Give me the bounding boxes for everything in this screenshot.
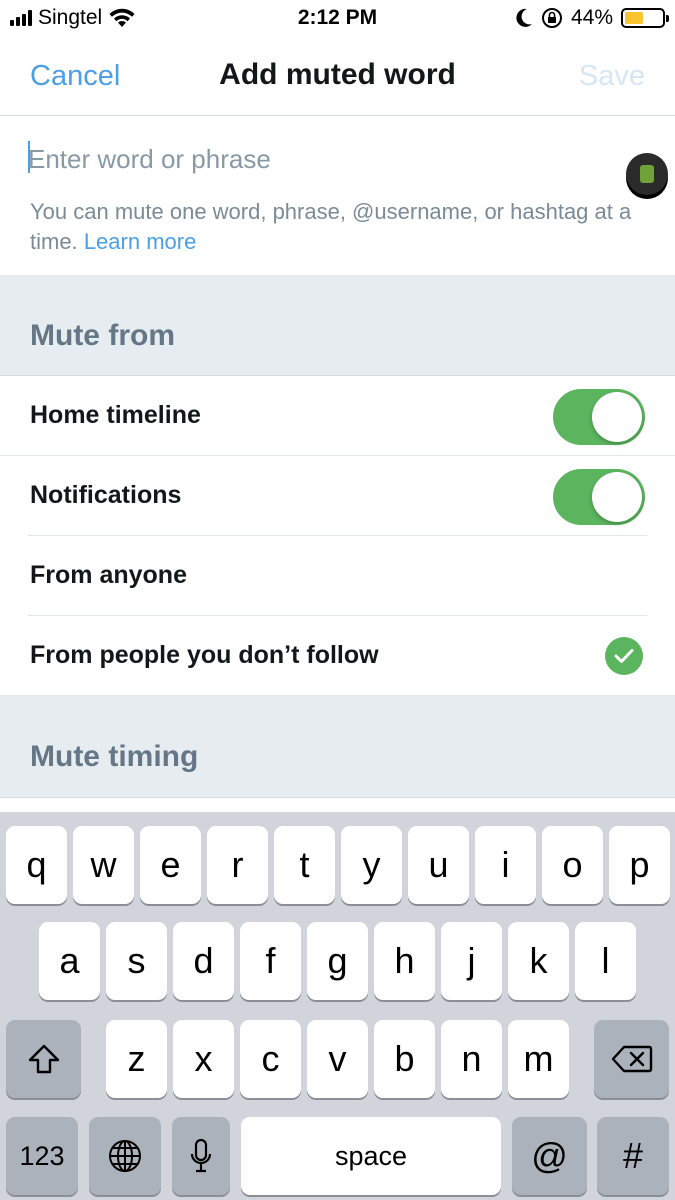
key-n[interactable]: n (441, 1020, 502, 1098)
key-p[interactable]: p (609, 826, 670, 904)
key-z[interactable]: z (106, 1020, 167, 1098)
muted-word-input[interactable] (28, 139, 618, 179)
key-w[interactable]: w (73, 826, 134, 904)
home-timeline-label: Home timeline (30, 401, 201, 429)
key-o[interactable]: o (542, 826, 603, 904)
status-bar: Singtel 2:12 PM 44% (0, 0, 675, 38)
at-key[interactable]: @ (512, 1117, 587, 1195)
key-q[interactable]: q (6, 826, 67, 904)
key-s[interactable]: s (106, 922, 167, 1000)
battery-level (625, 12, 643, 24)
help-text: You can mute one word, phrase, @username… (30, 197, 650, 257)
row-notifications: Notifications (0, 456, 675, 536)
from-anyone-label: From anyone (30, 561, 187, 589)
home-timeline-toggle[interactable] (553, 389, 645, 445)
microphone-icon (190, 1138, 212, 1173)
moon-icon (516, 8, 532, 27)
key-m[interactable]: m (508, 1020, 569, 1098)
status-bar-right: 44% (515, 6, 669, 30)
save-button[interactable]: Save (579, 60, 645, 93)
battery-percent: 44% (570, 6, 613, 29)
keyboard: q w e r t y u i o p a s d f g h j k l z … (0, 812, 675, 1200)
key-t[interactable]: t (274, 826, 335, 904)
numbers-key[interactable]: 123 (6, 1117, 78, 1195)
section-title-mute-from: Mute from (30, 319, 175, 352)
key-u[interactable]: u (408, 826, 469, 904)
shift-key[interactable] (6, 1020, 81, 1098)
key-d[interactable]: d (173, 922, 234, 1000)
shift-icon (28, 1044, 59, 1074)
floating-assistive-icon[interactable] (626, 153, 668, 195)
space-key[interactable]: space (241, 1117, 501, 1195)
key-l[interactable]: l (575, 922, 636, 1000)
section-title-mute-timing: Mute timing (30, 740, 199, 773)
battery-icon (621, 8, 669, 28)
backspace-key[interactable] (594, 1020, 669, 1098)
nav-bar: Cancel Add muted word Save (0, 38, 675, 116)
key-v[interactable]: v (307, 1020, 368, 1098)
from-people-you-dont-follow-label: From people you don’t follow (30, 641, 379, 669)
row-from-anyone[interactable]: From anyone (0, 536, 675, 616)
key-i[interactable]: i (475, 826, 536, 904)
dictation-key[interactable] (172, 1117, 230, 1195)
row-from-people-you-dont-follow[interactable]: From people you don’t follow (0, 616, 675, 696)
globe-icon (109, 1140, 141, 1172)
rotation-lock-icon (541, 8, 562, 28)
key-h[interactable]: h (374, 922, 435, 1000)
key-g[interactable]: g (307, 922, 368, 1000)
key-x[interactable]: x (173, 1020, 234, 1098)
muted-word-input-section: You can mute one word, phrase, @username… (0, 117, 675, 275)
notifications-toggle[interactable] (553, 469, 645, 525)
key-e[interactable]: e (140, 826, 201, 904)
backspace-icon (611, 1045, 652, 1073)
key-k[interactable]: k (508, 922, 569, 1000)
section-header-mute-timing: Mute timing (0, 696, 675, 798)
key-y[interactable]: y (341, 826, 402, 904)
key-a[interactable]: a (39, 922, 100, 1000)
section-header-mute-from: Mute from (0, 275, 675, 376)
page-title: Add muted word (219, 58, 456, 91)
key-b[interactable]: b (374, 1020, 435, 1098)
hash-key[interactable]: # (597, 1117, 669, 1195)
key-f[interactable]: f (240, 922, 301, 1000)
notifications-label: Notifications (30, 481, 182, 509)
text-caret (28, 141, 30, 173)
row-home-timeline: Home timeline (0, 376, 675, 456)
learn-more-link[interactable]: Learn more (84, 229, 197, 254)
key-c[interactable]: c (240, 1020, 301, 1098)
checkmark-icon (605, 637, 643, 675)
key-r[interactable]: r (207, 826, 268, 904)
globe-key[interactable] (89, 1117, 161, 1195)
key-j[interactable]: j (441, 922, 502, 1000)
